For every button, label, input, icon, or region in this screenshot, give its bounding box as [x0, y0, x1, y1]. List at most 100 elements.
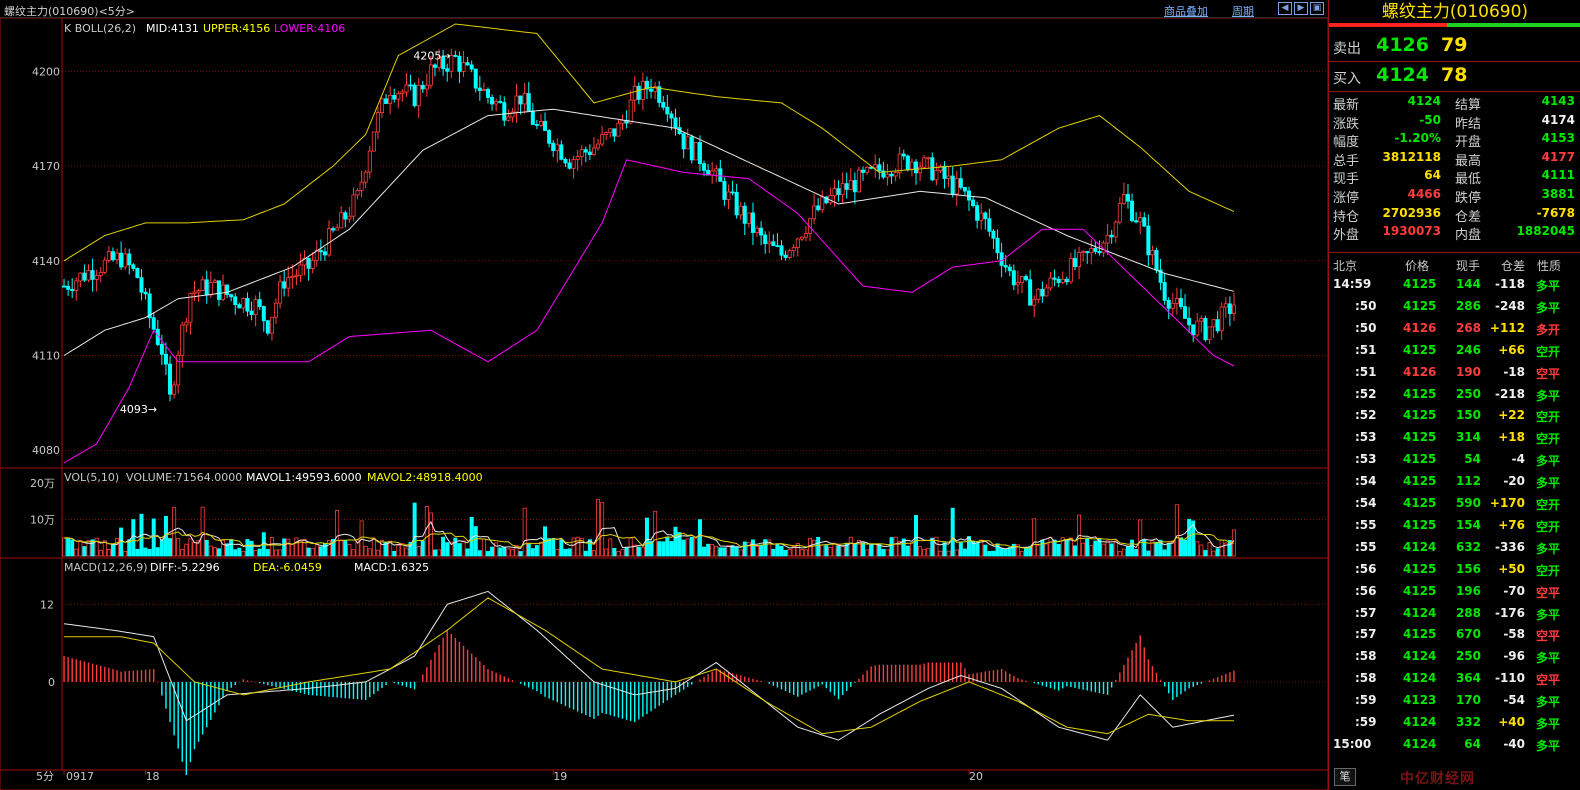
tick-row[interactable]: :54 4125 590 +170 空开	[1329, 492, 1580, 514]
volume-bar	[1007, 547, 1012, 557]
candle	[123, 253, 128, 268]
volume-bar	[490, 546, 495, 557]
mavol1-label: MAVOL1:49593.6000	[246, 471, 362, 484]
volume-bar	[922, 549, 927, 557]
volume-bar	[865, 549, 870, 557]
tick-price: 4125	[1403, 474, 1437, 489]
stat-row: 外盘 1930073 内盘 1882045	[1329, 223, 1580, 243]
tick-row[interactable]: :56 4125 196 -70 空平	[1329, 580, 1580, 602]
candle	[453, 55, 458, 57]
tick-time: :56	[1355, 583, 1377, 598]
candle	[922, 157, 927, 168]
tick-time: :52	[1355, 408, 1377, 423]
tick-nature: 多平	[1536, 279, 1561, 293]
nav-shrink-icon[interactable]: ▣	[1310, 2, 1324, 15]
tick-row[interactable]: :50 4125 286 -248 多平	[1329, 295, 1580, 317]
y-tick-label: 12	[40, 598, 54, 611]
tick-row[interactable]: :59 4123 170 -54 多平	[1329, 689, 1580, 711]
volume-bar	[914, 515, 919, 557]
tick-row[interactable]: :59 4124 332 +40 多平	[1329, 711, 1580, 733]
period-link[interactable]: 周期	[1232, 3, 1254, 19]
tick-volume: 154	[1455, 517, 1481, 532]
volume-bar	[710, 544, 715, 557]
volume-bar	[502, 546, 507, 557]
tick-row[interactable]: :52 4125 250 -218 多平	[1329, 383, 1580, 405]
tick-row[interactable]: :57 4125 670 -58 空平	[1329, 623, 1580, 645]
volume-bar	[437, 549, 442, 557]
boll-upper-line	[63, 23, 1235, 262]
stat-value: 4466	[1407, 187, 1441, 201]
tick-row[interactable]: :51 4125 246 +66 空开	[1329, 339, 1580, 361]
candle	[1007, 266, 1012, 272]
tab-trades[interactable]: 笔	[1334, 768, 1356, 786]
tick-row[interactable]: :54 4125 112 -20 多平	[1329, 470, 1580, 492]
tick-volume: 590	[1455, 496, 1481, 510]
nav-left-icon[interactable]: ◀	[1278, 2, 1292, 15]
volume-bar	[530, 548, 535, 557]
tick-row[interactable]: :58 4124 364 -110 空平	[1329, 667, 1580, 689]
candle	[693, 142, 698, 161]
volume-bar	[534, 545, 539, 557]
tick-row[interactable]: :51 4126 190 -18 空平	[1329, 361, 1580, 383]
tick-volume: 144	[1455, 277, 1481, 291]
tick-oi-diff: +112	[1489, 320, 1525, 335]
tick-nature: 空开	[1536, 344, 1561, 359]
stat-row: 涨跌 -50 昨结 4174	[1329, 112, 1580, 132]
candle	[1105, 234, 1110, 244]
candle	[1032, 298, 1037, 306]
tick-nature: 多平	[1536, 454, 1561, 469]
candle	[909, 161, 914, 170]
sell-row: 卖出 4126 79	[1333, 34, 1468, 57]
candle	[979, 212, 984, 221]
stat-value: 4143	[1541, 94, 1575, 108]
tick-row[interactable]: :55 4125 154 +76 空开	[1329, 514, 1580, 536]
tick-row[interactable]: :57 4124 288 -176 多平	[1329, 602, 1580, 624]
tick-price: 4125	[1403, 408, 1437, 423]
candle	[168, 363, 173, 395]
candle	[1162, 282, 1167, 301]
tick-row[interactable]: :53 4125 314 +18 空开	[1329, 426, 1580, 448]
tick-row[interactable]: :55 4124 632 -336 多平	[1329, 536, 1580, 558]
tick-oi-diff: -176	[1494, 605, 1525, 620]
tick-row[interactable]: :52 4125 150 +22 空开	[1329, 404, 1580, 426]
tick-row[interactable]: :56 4125 156 +50 空开	[1329, 558, 1580, 580]
tick-price: 4124	[1403, 605, 1437, 620]
tick-nature: 空开	[1536, 498, 1561, 512]
candle	[110, 251, 115, 261]
nav-right-icon[interactable]: ▶	[1294, 2, 1308, 15]
volume-bar	[742, 541, 747, 557]
tick-row[interactable]: 14:59 4125 144 -118 多平	[1329, 273, 1580, 295]
volume-bar	[481, 538, 486, 557]
tick-nature: 多平	[1536, 738, 1561, 753]
volume-bar	[180, 549, 185, 557]
candle	[983, 212, 988, 220]
candle	[852, 180, 857, 193]
tick-row[interactable]: 15:00 4124 64 -40 多平	[1329, 733, 1580, 755]
stat-label: 最新	[1333, 98, 1360, 113]
volume-bar	[237, 547, 242, 557]
volume-bar	[1166, 543, 1171, 557]
volume-bar	[783, 549, 788, 557]
overlay-link[interactable]: 商品叠加	[1164, 3, 1208, 19]
volume-bar	[1211, 550, 1216, 557]
volume-bar	[816, 536, 821, 557]
volume-bar	[212, 547, 217, 557]
tick-row[interactable]: :58 4124 250 -96 多平	[1329, 645, 1580, 667]
kline-chart[interactable]: 4200 4170 4140 4110 4080 K BOLL(26,2) MID:4131…	[0, 0, 1328, 790]
candle	[1211, 319, 1216, 328]
candle	[954, 178, 959, 195]
volume-bar	[269, 537, 274, 557]
volume-bar	[465, 548, 470, 557]
candle	[1170, 302, 1175, 309]
tick-price: 4125	[1403, 386, 1437, 401]
tick-row[interactable]: :50 4126 268 +112 多开	[1329, 317, 1580, 339]
tick-row[interactable]: :53 4125 54 -4 多平	[1329, 448, 1580, 470]
macd-value-label: MACD:1.6325	[354, 561, 429, 574]
candle	[265, 320, 270, 334]
volume-bar	[877, 544, 882, 557]
volume-bar	[559, 539, 564, 557]
candle	[530, 110, 535, 125]
volume-bar	[229, 539, 234, 557]
volume-bar	[999, 548, 1004, 557]
volume-bar	[697, 519, 702, 557]
